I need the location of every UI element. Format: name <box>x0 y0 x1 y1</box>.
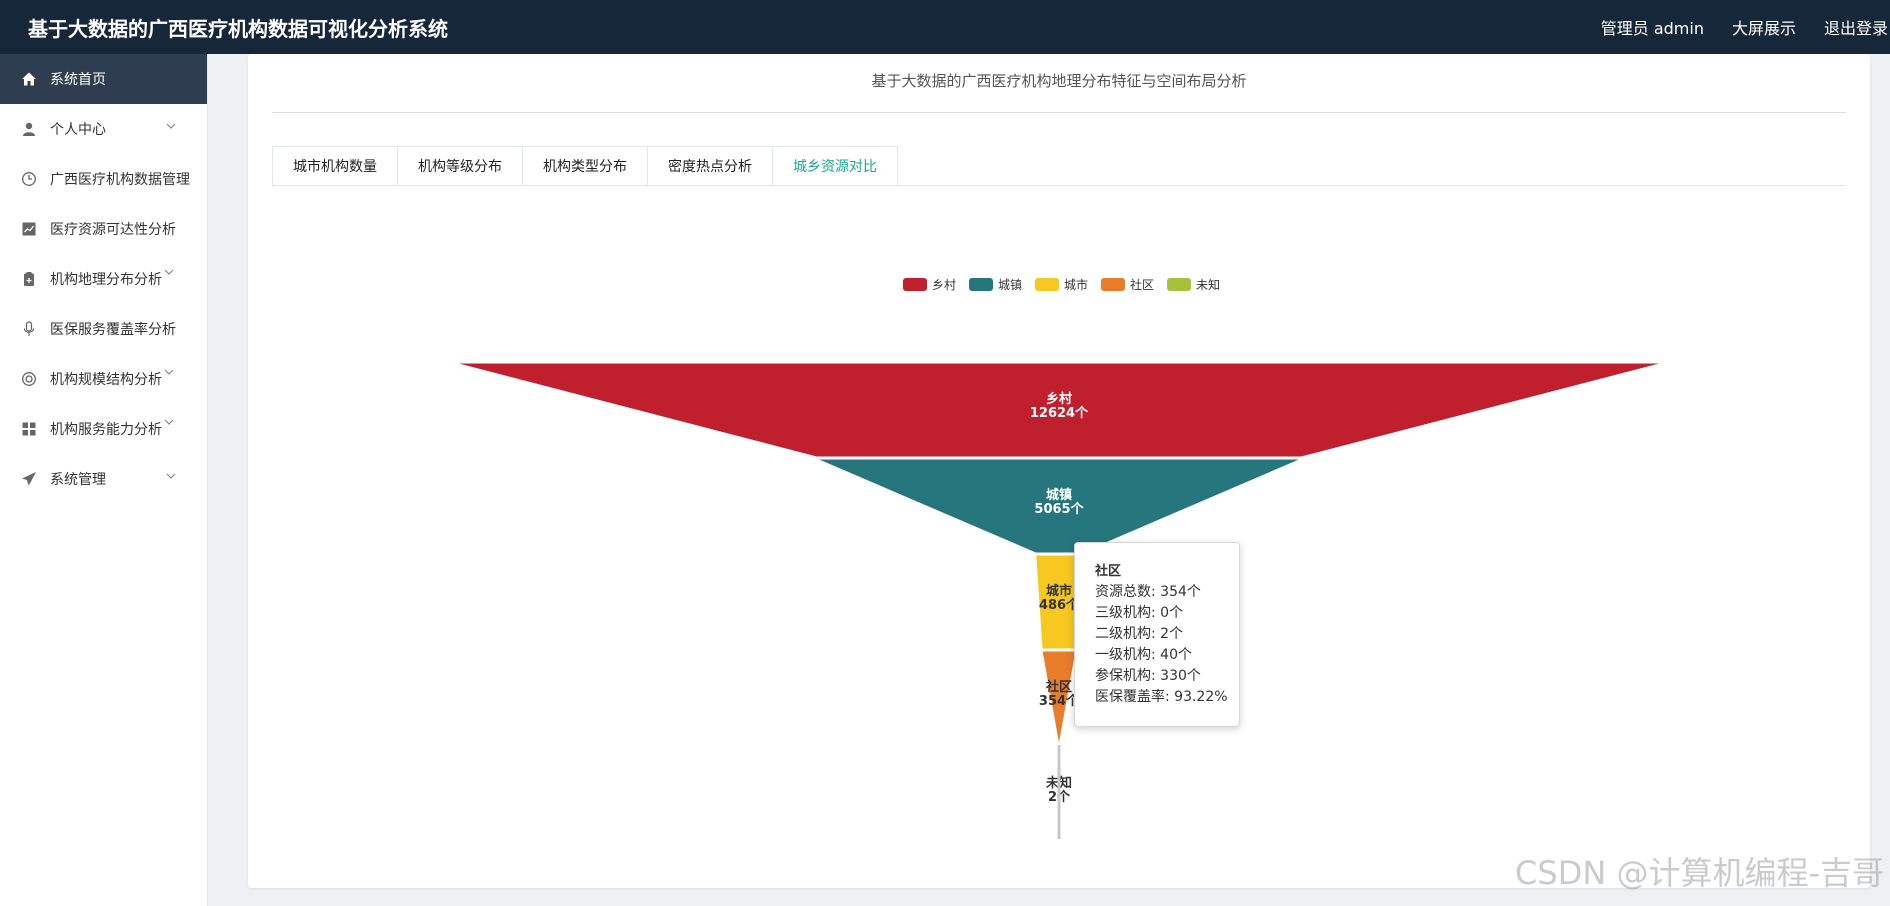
grid-icon <box>20 420 38 438</box>
funnel-category-label: 社区 <box>1045 679 1072 695</box>
admin-user-link[interactable]: 管理员 admin <box>1601 15 1704 39</box>
user-icon <box>20 120 38 138</box>
chart-tooltip: 社区 资源总数: 354个 三级机构: 0个 二级机构: 2个 一级机构: 40… <box>1074 542 1240 727</box>
sidebar-item-label: 系统管理 <box>50 472 106 488</box>
sidebar-item-insurance-coverage[interactable]: 医保服务覆盖率分析 <box>0 304 207 354</box>
chevron-down-icon <box>164 419 174 425</box>
top-bar: 基于大数据的广西医疗机构数据可视化分析系统 管理员 admin 大屏展示 退出登… <box>0 0 1890 54</box>
legend-item[interactable]: 城镇 <box>969 278 1022 292</box>
clipboard-icon <box>20 270 38 288</box>
sidebar-item-system-management[interactable]: 系统管理 <box>0 454 207 504</box>
tooltip-line: 参保机构: 330个 <box>1095 668 1201 684</box>
legend-label: 未知 <box>1196 278 1220 292</box>
chevron-down-icon <box>164 269 174 275</box>
tooltip-line: 医保覆盖率: 93.22% <box>1095 689 1228 705</box>
legend-swatch <box>969 278 993 291</box>
sidebar-item-label: 医疗资源可达性分析 <box>50 222 176 238</box>
sidebar-item-data-management[interactable]: 广西医疗机构数据管理 <box>0 154 207 204</box>
sidebar-item-accessibility[interactable]: 医疗资源可达性分析 <box>0 204 207 254</box>
sidebar-item-label: 医保服务覆盖率分析 <box>50 322 176 338</box>
legend-item[interactable]: 乡村 <box>903 278 956 292</box>
microphone-icon <box>20 320 38 338</box>
legend-swatch <box>1035 278 1059 291</box>
logout-link[interactable]: 退出登录 <box>1824 15 1888 39</box>
sidebar-item-label: 机构地理分布分析 <box>50 272 162 288</box>
legend-swatch <box>1101 278 1125 291</box>
watermark: CSDN @计算机编程-吉哥 <box>1515 854 1884 892</box>
big-screen-link[interactable]: 大屏展示 <box>1732 15 1796 39</box>
sidebar-item-geo-distribution[interactable]: 机构地理分布分析 <box>0 254 207 304</box>
funnel-value-label: 5065个 <box>1034 501 1084 517</box>
funnel-chart: 乡村城镇城市社区未知乡村12624个城镇5065个城市486个社区354个未知2… <box>248 54 1870 888</box>
sidebar-item-label: 机构服务能力分析 <box>50 422 162 438</box>
sidebar: 系统首页 个人中心 广西医疗机构数据管理 医疗资源可达性分析 机构地理分布分析 … <box>0 54 208 906</box>
funnel-chart-svg: 乡村城镇城市社区未知乡村12624个城镇5065个城市486个社区354个未知2… <box>454 277 1664 842</box>
tooltip-line: 三级机构: 0个 <box>1095 605 1184 621</box>
funnel-category-label: 城镇 <box>1046 487 1072 503</box>
sidebar-item-service-capacity[interactable]: 机构服务能力分析 <box>0 404 207 454</box>
legend-label: 城市 <box>1064 277 1088 292</box>
sidebar-item-label: 个人中心 <box>50 122 106 138</box>
tooltip-line: 资源总数: 354个 <box>1095 584 1201 600</box>
chevron-down-icon <box>166 473 176 479</box>
home-icon <box>20 70 38 88</box>
legend-swatch <box>1167 278 1191 291</box>
tooltip-line: 二级机构: 2个 <box>1095 626 1184 642</box>
legend-label: 社区 <box>1130 277 1154 292</box>
chevron-down-icon <box>164 369 174 375</box>
sidebar-item-personal[interactable]: 个人中心 <box>0 104 207 154</box>
sidebar-item-label: 机构规模结构分析 <box>50 372 162 388</box>
tooltip-line: 一级机构: 40个 <box>1095 647 1192 663</box>
sidebar-item-scale-structure[interactable]: 机构规模结构分析 <box>0 354 207 404</box>
sidebar-item-label: 广西医疗机构数据管理 <box>50 172 190 188</box>
app-title: 基于大数据的广西医疗机构数据可视化分析系统 <box>28 16 448 41</box>
trend-icon <box>20 220 38 238</box>
chart-legend: 乡村 城镇 城市 社区 未知 <box>903 277 1220 292</box>
funnel-category-label: 城市 <box>1046 583 1072 599</box>
chevron-down-icon <box>166 123 176 129</box>
tooltip-title: 社区 <box>1095 564 1122 579</box>
sidebar-item-home[interactable]: 系统首页 <box>0 54 207 104</box>
legend-item[interactable]: 城市 <box>1035 277 1088 292</box>
top-right-links: 管理员 admin 大屏展示 退出登录 <box>1601 0 1890 54</box>
funnel-category-label: 乡村 <box>1046 391 1072 407</box>
clock-icon <box>20 170 38 188</box>
legend-label: 乡村 <box>932 278 956 292</box>
send-icon <box>20 470 38 488</box>
legend-swatch <box>903 278 927 291</box>
legend-label: 城镇 <box>998 278 1022 292</box>
legend-item[interactable]: 社区 <box>1101 277 1154 292</box>
legend-item[interactable]: 未知 <box>1167 278 1220 292</box>
funnel-value-label: 12624个 <box>1030 405 1089 421</box>
sidebar-item-label: 系统首页 <box>50 72 106 88</box>
lifebuoy-icon <box>20 370 38 388</box>
